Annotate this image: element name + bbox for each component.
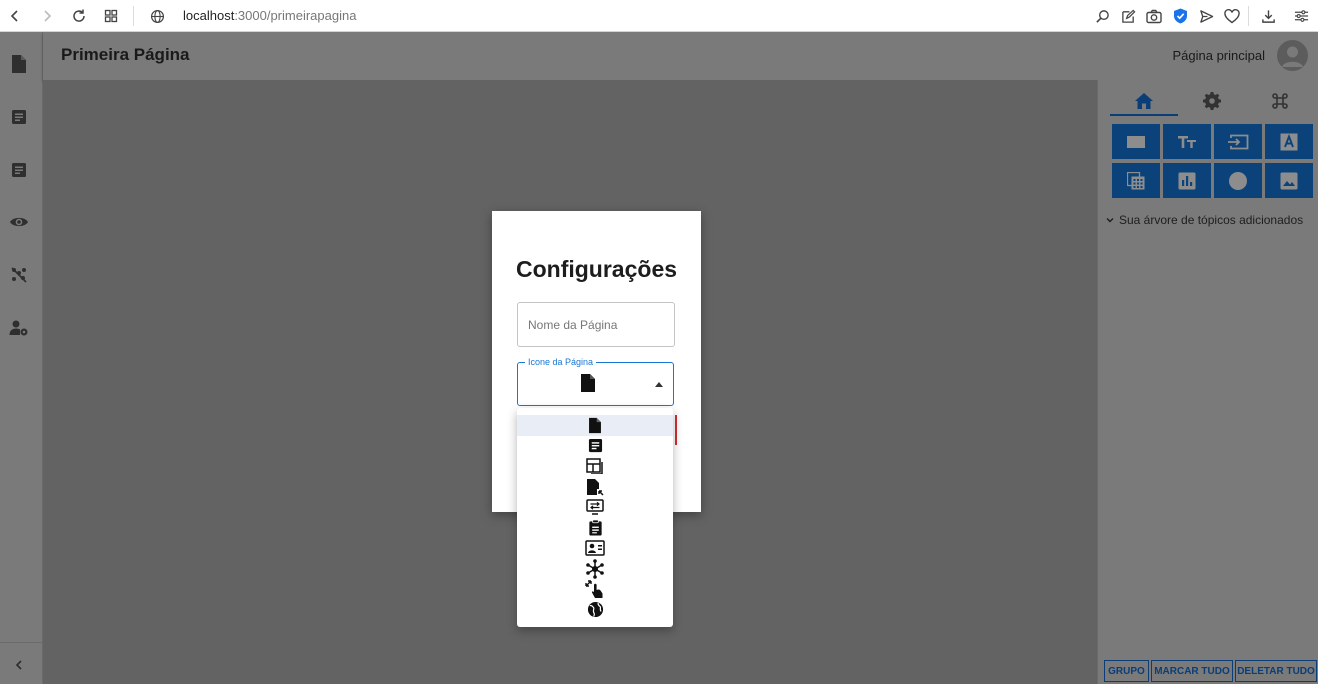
delete-all-button[interactable]: DELETAR TUDO bbox=[1235, 660, 1317, 682]
easy-setup-icon[interactable] bbox=[1290, 5, 1312, 27]
tab-home[interactable] bbox=[1110, 86, 1178, 116]
dropdown-arrow-icon bbox=[655, 382, 663, 387]
camera-icon[interactable] bbox=[1143, 5, 1165, 27]
article-icon bbox=[588, 438, 603, 453]
rectangle-icon bbox=[1126, 135, 1146, 149]
page-title: Primeira Página bbox=[61, 45, 190, 64]
file-open-icon bbox=[586, 478, 604, 496]
bar-chart-icon bbox=[1178, 172, 1196, 190]
toolbar-divider bbox=[1248, 6, 1249, 26]
avatar[interactable] bbox=[1277, 40, 1308, 71]
tile-image[interactable] bbox=[1265, 163, 1313, 198]
user-settings-icon[interactable] bbox=[8, 317, 30, 339]
circle-icon bbox=[1228, 171, 1248, 191]
file-icon bbox=[580, 373, 600, 393]
left-sidebar bbox=[0, 32, 43, 684]
page-name-input[interactable] bbox=[518, 303, 674, 346]
hub-icon bbox=[585, 558, 605, 579]
option-hub[interactable] bbox=[517, 558, 673, 580]
browser-toolbar: localhost:3000/primeirapagina bbox=[0, 0, 1318, 32]
font-box-icon bbox=[1280, 133, 1298, 151]
error-field-edge bbox=[675, 415, 677, 445]
shield-icon[interactable] bbox=[1169, 5, 1191, 27]
download-icon[interactable] bbox=[1257, 5, 1279, 27]
topic-tree-label: Sua árvore de tópicos adicionados bbox=[1119, 213, 1304, 227]
dashboard-layout-icon bbox=[586, 458, 604, 475]
search-icon[interactable] bbox=[1091, 5, 1113, 27]
page-icon-label: Icone da Página bbox=[525, 356, 597, 368]
option-clipboard[interactable] bbox=[517, 518, 673, 539]
chevron-down-icon bbox=[1106, 216, 1114, 224]
option-file[interactable] bbox=[517, 415, 673, 436]
speed-dial-icon[interactable] bbox=[100, 5, 122, 27]
topic-tree-toggle[interactable]: Sua árvore de tópicos adicionados bbox=[1106, 213, 1303, 227]
tab-indicator bbox=[1110, 114, 1178, 116]
option-contact-card[interactable] bbox=[517, 538, 673, 559]
image-icon bbox=[1280, 172, 1298, 190]
forward-icon[interactable] bbox=[36, 5, 58, 27]
clipboard-icon bbox=[588, 519, 603, 536]
file-icon bbox=[588, 417, 602, 434]
globe-icon[interactable] bbox=[146, 5, 168, 27]
page-name-field[interactable] bbox=[517, 302, 675, 347]
tile-rectangle[interactable] bbox=[1112, 124, 1160, 159]
globe-icon bbox=[587, 601, 604, 618]
url-host: localhost bbox=[183, 8, 235, 23]
article-icon[interactable] bbox=[8, 159, 30, 181]
tab-settings[interactable] bbox=[1178, 86, 1246, 116]
touch-expand-icon bbox=[585, 579, 605, 599]
components-panel: Sua árvore de tópicos adicionados GRUPO … bbox=[1097, 80, 1318, 684]
option-globe[interactable] bbox=[517, 600, 673, 621]
tile-calculator[interactable] bbox=[1112, 163, 1160, 198]
home-link[interactable]: Página principal bbox=[1172, 48, 1265, 63]
command-icon bbox=[1271, 92, 1289, 110]
chevron-left-icon[interactable] bbox=[8, 654, 30, 676]
home-icon bbox=[1134, 92, 1154, 110]
select-all-button[interactable]: MARCAR TUDO bbox=[1151, 660, 1233, 682]
tab-commands[interactable] bbox=[1246, 86, 1314, 116]
file-icon[interactable] bbox=[8, 53, 30, 75]
contact-card-icon bbox=[585, 540, 605, 556]
scatter-off-icon[interactable] bbox=[8, 264, 30, 286]
icon-options-menu bbox=[517, 408, 673, 627]
option-touch-expand[interactable] bbox=[517, 579, 673, 600]
page-icon-select[interactable]: Icone da Página bbox=[517, 356, 674, 406]
text-size-icon bbox=[1177, 135, 1197, 149]
swap-screen-icon bbox=[586, 499, 604, 515]
toolbar-divider bbox=[133, 6, 134, 26]
tile-chart[interactable] bbox=[1163, 163, 1211, 198]
url-path: :3000/primeirapagina bbox=[234, 8, 357, 23]
option-article[interactable] bbox=[517, 436, 673, 457]
app-header: Primeira Página Página principal bbox=[43, 32, 1318, 80]
send-icon[interactable] bbox=[1195, 5, 1217, 27]
address-bar[interactable]: localhost:3000/primeirapagina bbox=[183, 6, 356, 26]
calculator-grid-icon bbox=[1127, 171, 1145, 190]
article-icon[interactable] bbox=[8, 106, 30, 128]
option-dashboard-layout[interactable] bbox=[517, 456, 673, 477]
group-button[interactable]: GRUPO bbox=[1104, 660, 1149, 682]
back-icon[interactable] bbox=[4, 5, 26, 27]
input-icon bbox=[1227, 134, 1249, 150]
tile-input[interactable] bbox=[1214, 124, 1262, 159]
reload-icon[interactable] bbox=[68, 5, 90, 27]
tile-text[interactable] bbox=[1163, 124, 1211, 159]
gear-icon bbox=[1203, 92, 1221, 110]
tile-circle[interactable] bbox=[1214, 163, 1262, 198]
dialog-title: Configurações bbox=[516, 256, 678, 282]
edit-icon[interactable] bbox=[1117, 5, 1139, 27]
option-swap-screen[interactable] bbox=[517, 497, 673, 518]
heart-icon[interactable] bbox=[1221, 5, 1243, 27]
option-file-open[interactable] bbox=[517, 477, 673, 498]
eye-icon[interactable] bbox=[8, 211, 30, 233]
rail-footer bbox=[0, 642, 43, 684]
tile-font-box[interactable] bbox=[1265, 124, 1313, 159]
